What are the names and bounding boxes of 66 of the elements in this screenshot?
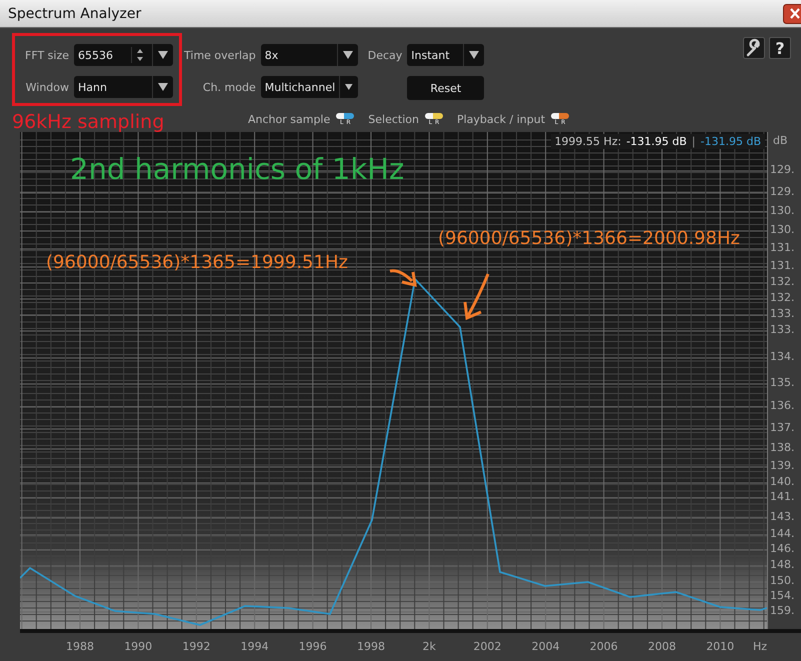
dropdown[interactable]: Multichannel bbox=[260, 76, 358, 98]
axis-tick-label: 1994 bbox=[240, 640, 270, 653]
axis-tick-label: 130. bbox=[770, 204, 794, 217]
annotation-note: (96000/65536)*1366=2000.98Hz bbox=[438, 228, 740, 249]
axis-tick-label: 140. bbox=[770, 475, 794, 488]
window-title: Spectrum Analyzer bbox=[8, 6, 142, 22]
readout-value: -131.95 dB bbox=[700, 135, 761, 148]
axis-tick-label: 2002 bbox=[472, 640, 502, 653]
annotation-title: 2nd harmonics of 1kHz bbox=[70, 152, 404, 186]
axis-tick-label: 135. bbox=[770, 376, 794, 389]
wrench-icon[interactable] bbox=[743, 37, 765, 59]
axis-tick-label: 134. bbox=[770, 350, 794, 363]
axis-tick-label: 150. bbox=[770, 574, 794, 587]
annotation-note: (96000/65536)*1365=1999.51Hz bbox=[46, 252, 348, 273]
axis-tick-label: 129. bbox=[770, 163, 794, 176]
axis-tick-label: 137. bbox=[770, 421, 794, 434]
axis-tick-label: 2008 bbox=[647, 640, 677, 653]
legend-label: Anchor sample bbox=[248, 112, 330, 126]
axis-tick-label: 129. bbox=[770, 185, 794, 198]
axis-tick-label: 131. bbox=[770, 241, 794, 254]
axis-tick-label: 1988 bbox=[65, 640, 95, 653]
readout-frequency: 1999.55 Hz: bbox=[554, 135, 622, 148]
dropdown[interactable]: Hann bbox=[74, 76, 174, 98]
axis-tick-label: 132. bbox=[770, 275, 794, 288]
axis-unit: dB bbox=[773, 134, 788, 147]
axis-tick-label: 2k bbox=[422, 640, 437, 653]
axis-tick-label: 141. bbox=[770, 490, 794, 503]
axis-tick-label: 2010 bbox=[705, 640, 736, 653]
legend-label: Playback / input bbox=[456, 112, 546, 126]
axis-tick-label: 2004 bbox=[530, 640, 561, 653]
axis-tick-label: 130. bbox=[770, 223, 794, 236]
help-button[interactable]: ? bbox=[769, 37, 791, 59]
arrow bbox=[462, 272, 492, 322]
control-label: Window bbox=[25, 80, 70, 94]
annotation-label: 96kHz sampling bbox=[12, 111, 166, 133]
legend-label: Selection bbox=[368, 112, 419, 126]
axis-tick-label: 1996 bbox=[298, 640, 328, 653]
control-label: Decay bbox=[368, 48, 402, 62]
axis-tick-label: 131. bbox=[770, 259, 794, 272]
axis-tick-label: 146. bbox=[770, 542, 794, 555]
axis-tick-label: 2006 bbox=[588, 640, 619, 653]
axis-tick-label: 132. bbox=[770, 291, 794, 304]
dropdown[interactable]: Instant bbox=[407, 44, 484, 66]
axis-tick-label: 139. bbox=[770, 459, 794, 472]
axis-tick-label: 133. bbox=[770, 307, 794, 320]
spinner-field[interactable]: 65536 bbox=[74, 44, 174, 66]
axis-tick-label: 136. bbox=[770, 399, 794, 412]
control-label: FFT size bbox=[25, 48, 70, 62]
axis-unit: Hz bbox=[753, 640, 768, 653]
reset-button[interactable]: Reset bbox=[407, 76, 484, 100]
axis-tick-label: 133. bbox=[770, 323, 794, 336]
axis-tick-label: 159. bbox=[770, 604, 794, 617]
readout-value: -131.95 dB bbox=[626, 135, 687, 148]
control-label: Time overlap bbox=[184, 48, 256, 62]
axis-tick-label: 1998 bbox=[356, 640, 386, 653]
axis-tick-label: 144. bbox=[770, 527, 794, 540]
readout-separator: | bbox=[692, 135, 696, 148]
axis-tick-label: 1992 bbox=[181, 640, 212, 653]
arrow bbox=[388, 266, 418, 288]
control-label: Ch. mode bbox=[202, 80, 256, 94]
dropdown[interactable]: 8x bbox=[260, 44, 358, 66]
axis-tick-label: 138. bbox=[770, 441, 794, 454]
axis-tick-label: 148. bbox=[770, 558, 794, 571]
axis-tick-label: 1990 bbox=[123, 640, 154, 653]
axis-tick-label: 143. bbox=[770, 510, 794, 523]
axis-tick-label: 154. bbox=[770, 589, 794, 602]
